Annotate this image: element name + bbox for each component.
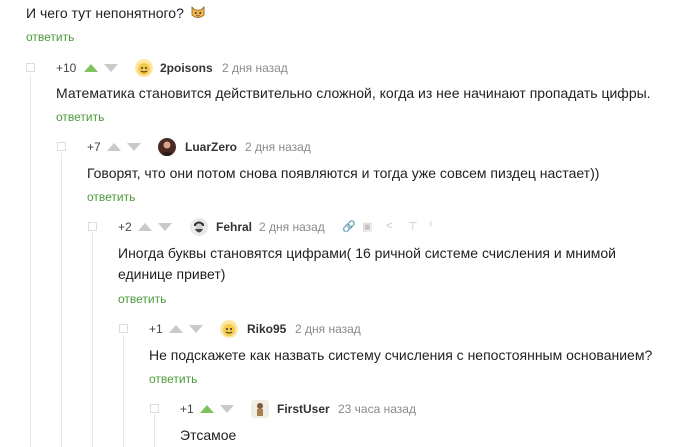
comment-time[interactable]: 2 дня назад — [245, 140, 311, 154]
link-icon[interactable]: 🔗 — [342, 220, 356, 233]
comment-time[interactable]: 2 дня назад — [259, 220, 325, 234]
reply-link[interactable]: ответить — [118, 292, 166, 306]
top-reply-link[interactable]: ответить — [26, 30, 74, 44]
comment-author[interactable]: Riko95 — [247, 322, 286, 336]
comment-author[interactable]: 2poisons — [160, 61, 213, 75]
collapse-toggle[interactable] — [26, 63, 35, 72]
comment-time[interactable]: 2 дня назад — [295, 322, 361, 336]
character-avatar-icon[interactable] — [251, 400, 269, 418]
thread-line-4 — [123, 335, 124, 447]
photo-avatar-icon[interactable] — [158, 138, 176, 156]
rating-value: +10 — [56, 61, 77, 75]
comment-text-line-1: Иногда буквы становятся цифрами( 16 ричн… — [118, 245, 617, 261]
downvote-button[interactable] — [220, 405, 234, 413]
upvote-button[interactable] — [200, 405, 214, 413]
bearded-man-avatar-icon[interactable] — [190, 218, 208, 236]
rating-value: +1 — [149, 322, 163, 336]
smiley-avatar-icon[interactable] — [220, 320, 238, 338]
smiley-avatar-icon[interactable] — [135, 59, 153, 77]
comment-author[interactable]: Fehral — [216, 220, 252, 234]
collapse-toggle[interactable] — [88, 222, 97, 231]
cat-emoji-icon — [190, 4, 206, 20]
rating-value: +1 — [180, 402, 194, 416]
pin-icon[interactable]: ⊤ — [408, 220, 418, 233]
comment-text: Не подскажете как назвать систему счисле… — [149, 347, 653, 363]
comment-author[interactable]: LuarZero — [185, 140, 237, 154]
comment-time[interactable]: 2 дня назад — [222, 61, 288, 75]
downvote-button[interactable] — [104, 64, 118, 72]
reply-link[interactable]: ответить — [56, 110, 104, 124]
comments-page: И чего тут непонятного? ответить +10 2po… — [0, 0, 700, 447]
save-icon[interactable]: ▣ — [362, 220, 372, 233]
collapse-toggle[interactable] — [119, 324, 128, 333]
thread-line-2 — [61, 153, 62, 447]
comment-text: Математика становится действительно слож… — [56, 85, 651, 101]
thread-line-5 — [154, 415, 155, 447]
thread-line-3 — [92, 233, 93, 447]
upvote-button[interactable] — [169, 325, 183, 333]
comment-text-line-2: единице привет) — [118, 266, 226, 282]
thread-line-1 — [30, 75, 31, 447]
share-icon[interactable]: < — [386, 220, 392, 232]
comment-text: Говорят, что они потом снова появляются … — [87, 165, 600, 181]
comment-author[interactable]: FirstUser — [277, 402, 330, 416]
reply-link[interactable]: ответить — [87, 190, 135, 204]
downvote-button[interactable] — [158, 223, 172, 231]
collapse-toggle[interactable] — [57, 142, 66, 151]
downvote-button[interactable] — [127, 143, 141, 151]
reply-link[interactable]: ответить — [149, 372, 197, 386]
collapse-toggle[interactable] — [150, 404, 159, 413]
rating-value: +2 — [118, 220, 132, 234]
more-icon[interactable]: ᴵ — [430, 220, 432, 232]
downvote-button[interactable] — [189, 325, 203, 333]
rating-value: +7 — [87, 140, 101, 154]
upvote-button[interactable] — [84, 64, 98, 72]
top-comment-text: И чего тут непонятного? — [26, 5, 184, 21]
upvote-button[interactable] — [138, 223, 152, 231]
comment-time[interactable]: 23 часа назад — [338, 402, 416, 416]
upvote-button[interactable] — [107, 143, 121, 151]
comment-text: Этсамое — [180, 427, 237, 443]
